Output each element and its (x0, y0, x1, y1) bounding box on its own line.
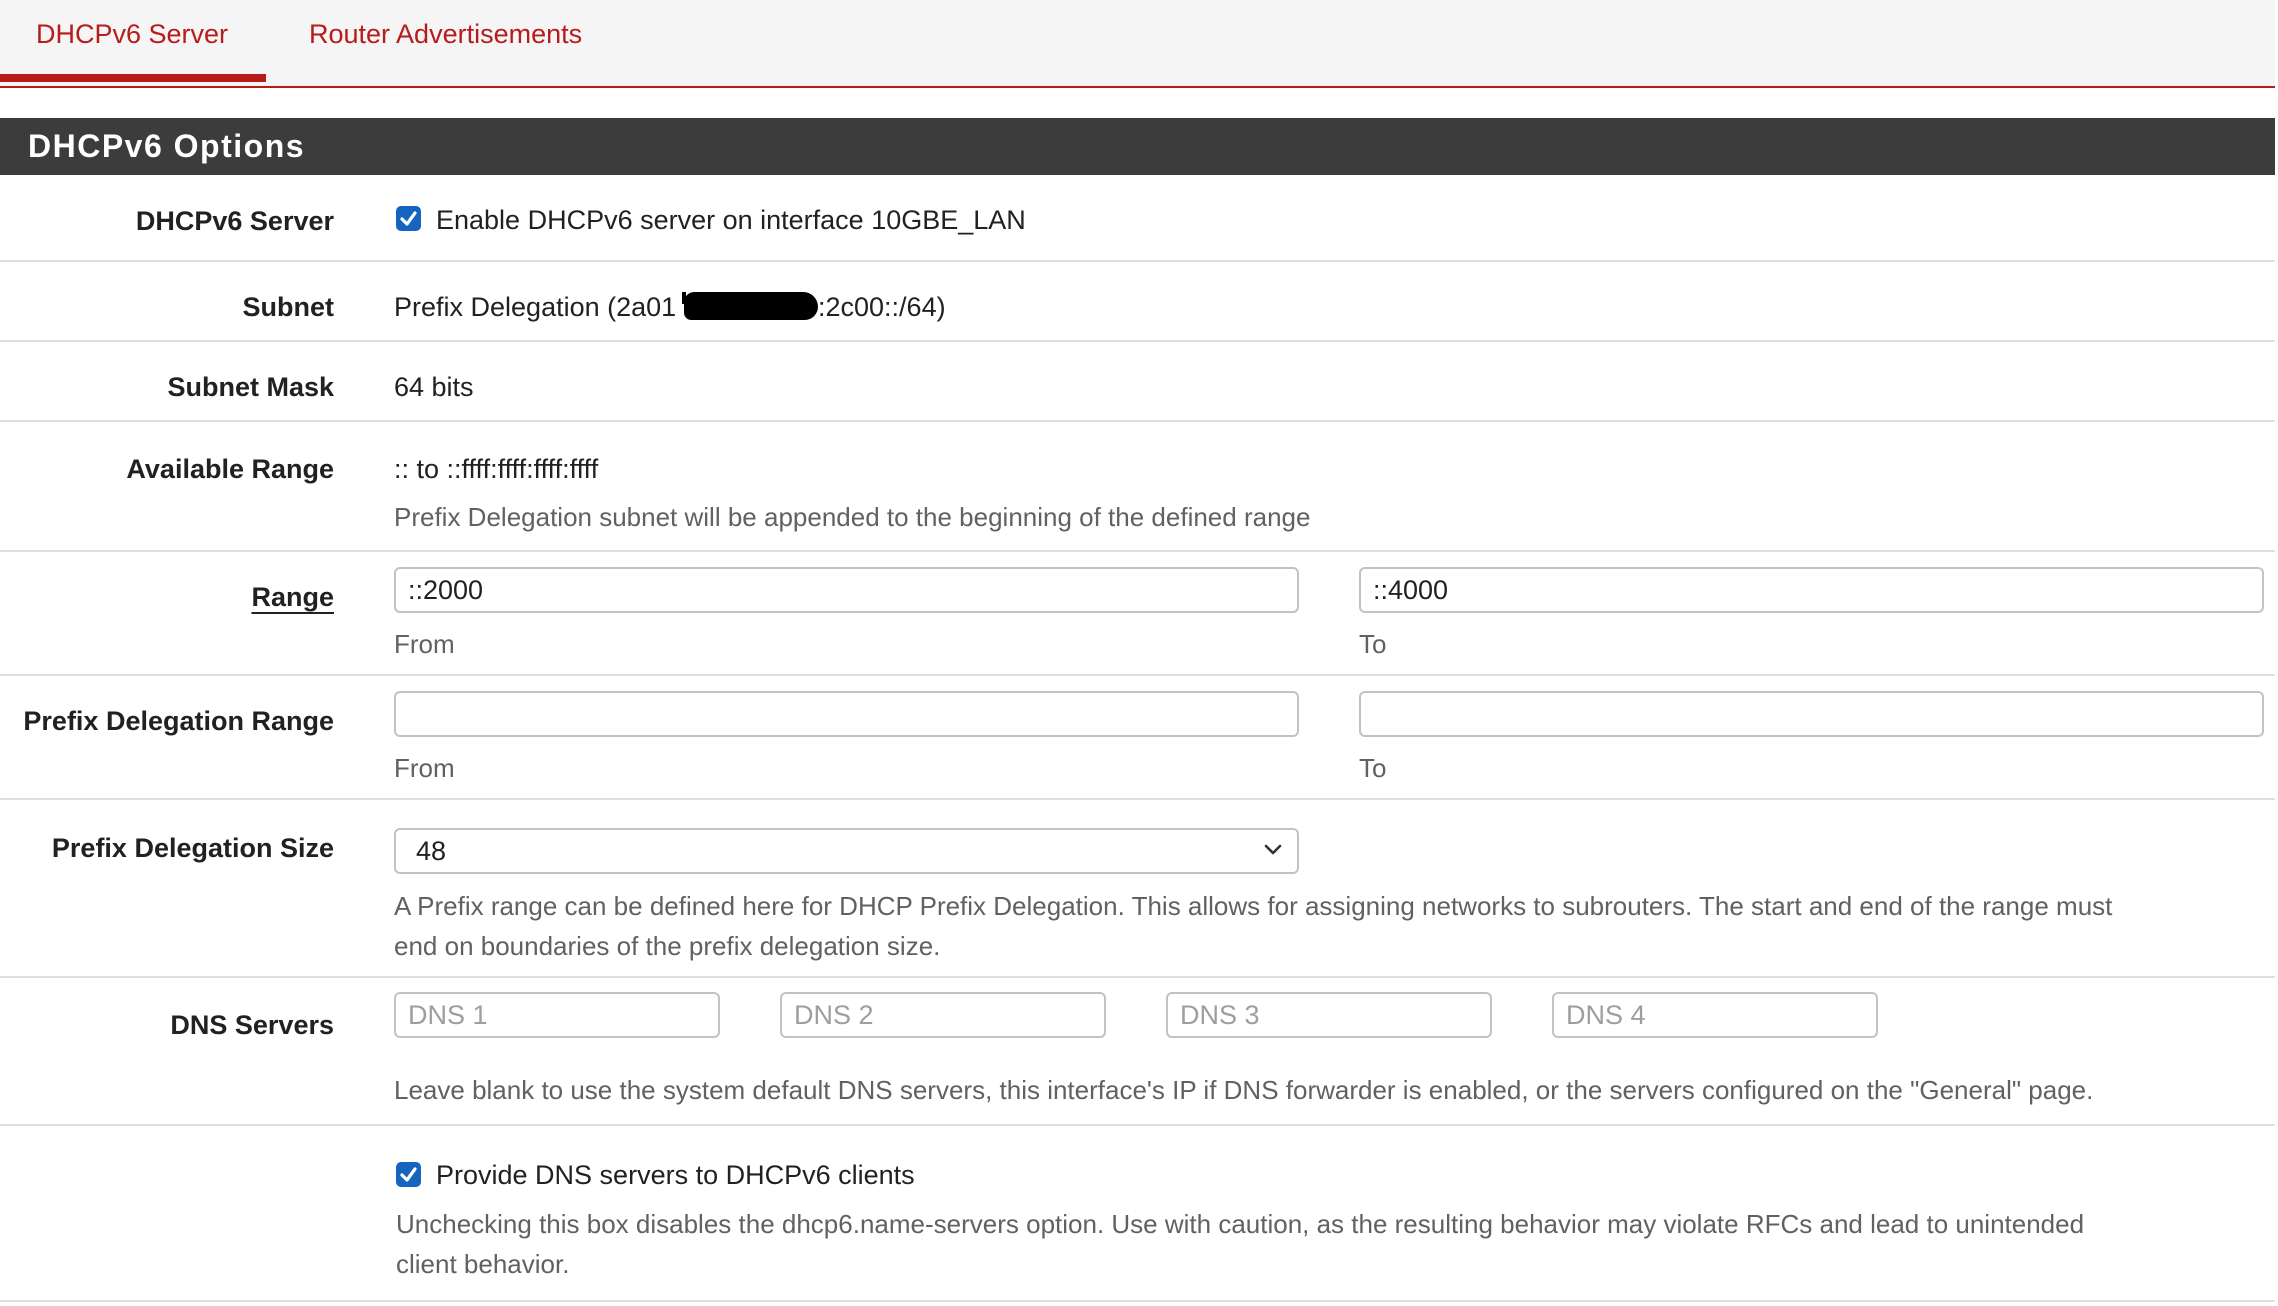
row-subnet: Subnet Prefix Delegation (2a01 :2c00::/6… (0, 262, 2275, 342)
provide-dns-label: Provide DNS servers to DHCPv6 clients (436, 1160, 915, 1190)
dns-2-input[interactable]: DNS 2 (780, 992, 1106, 1038)
pd-range-from-label: From (394, 753, 455, 783)
row-available-range: Available Range :: to ::ffff:ffff:ffff:f… (0, 422, 2275, 552)
provide-dns-help-line2: client behavior. (396, 1249, 570, 1279)
row-pd-range: Prefix Delegation Range From To (0, 676, 2275, 800)
subnet-value-suffix: :2c00::/64) (818, 292, 946, 322)
pd-range-to-label: To (1359, 753, 1387, 783)
pd-range-to-input[interactable] (1359, 691, 2264, 737)
dns-3-input[interactable]: DNS 3 (1166, 992, 1492, 1038)
redaction-mark-notch (682, 292, 686, 304)
tab-bar: DHCPv6 Server Router Advertisements (0, 0, 2275, 88)
tab-router-advertisements[interactable]: Router Advertisements (309, 0, 582, 86)
pd-size-help-line2: end on boundaries of the prefix delegati… (394, 931, 941, 961)
pd-size-help-line1: A Prefix range can be defined here for D… (394, 891, 2113, 921)
pd-size-select[interactable]: 48 (394, 828, 1299, 874)
redaction-mark (684, 292, 818, 320)
range-from-input[interactable]: ::2000 (394, 567, 1299, 613)
active-tab-indicator (0, 74, 266, 82)
chevron-down-icon (1264, 844, 1282, 855)
row-subnet-mask: Subnet Mask 64 bits (0, 342, 2275, 422)
check-icon (400, 1167, 417, 1182)
range-label[interactable]: Range (251, 582, 334, 613)
pd-size-selected-value: 48 (416, 836, 447, 866)
row-range: Range ::2000 From ::4000 To (0, 552, 2275, 676)
check-icon (400, 211, 417, 226)
row-dns-servers: DNS Servers DNS 1 DNS 2 DNS 3 DNS 4 Leav… (0, 978, 2275, 1126)
dns-4-input[interactable]: DNS 4 (1552, 992, 1878, 1038)
pd-range-label: Prefix Delegation Range (23, 706, 334, 736)
subnet-mask-label: Subnet Mask (167, 372, 334, 402)
row-dhcpv6-server: DHCPv6 Server Enable DHCPv6 server on in… (0, 175, 2275, 262)
range-to-input[interactable]: ::4000 (1359, 567, 2264, 613)
dns-servers-label: DNS Servers (170, 1010, 334, 1040)
enable-server-label: Enable DHCPv6 server on interface 10GBE_… (436, 205, 1026, 235)
subnet-value-prefix: Prefix Delegation (2a01 (394, 292, 677, 322)
dns-servers-help: Leave blank to use the system default DN… (394, 1075, 2094, 1105)
pd-range-from-input[interactable] (394, 691, 1299, 737)
available-range-help: Prefix Delegation subnet will be appende… (394, 502, 1311, 532)
provide-dns-checkbox[interactable] (396, 1162, 421, 1187)
subnet-label: Subnet (242, 292, 335, 322)
dns-1-input[interactable]: DNS 1 (394, 992, 720, 1038)
row-provide-dns: Provide DNS servers to DHCPv6 clients Un… (0, 1126, 2275, 1302)
range-from-label: From (394, 629, 455, 659)
row-pd-size: Prefix Delegation Size 48 A Prefix range… (0, 800, 2275, 978)
range-to-label: To (1359, 629, 1387, 659)
enable-server-checkbox[interactable] (396, 206, 421, 231)
available-range-label: Available Range (126, 454, 334, 484)
pd-size-label: Prefix Delegation Size (51, 833, 334, 863)
available-range-value: :: to ::ffff:ffff:ffff:ffff (394, 454, 599, 484)
provide-dns-help-line1: Unchecking this box disables the dhcp6.n… (396, 1209, 2085, 1239)
dhcpv6-server-label: DHCPv6 Server (135, 206, 334, 236)
panel-title: DHCPv6 Options (0, 118, 2275, 175)
subnet-mask-value: 64 bits (394, 372, 474, 402)
